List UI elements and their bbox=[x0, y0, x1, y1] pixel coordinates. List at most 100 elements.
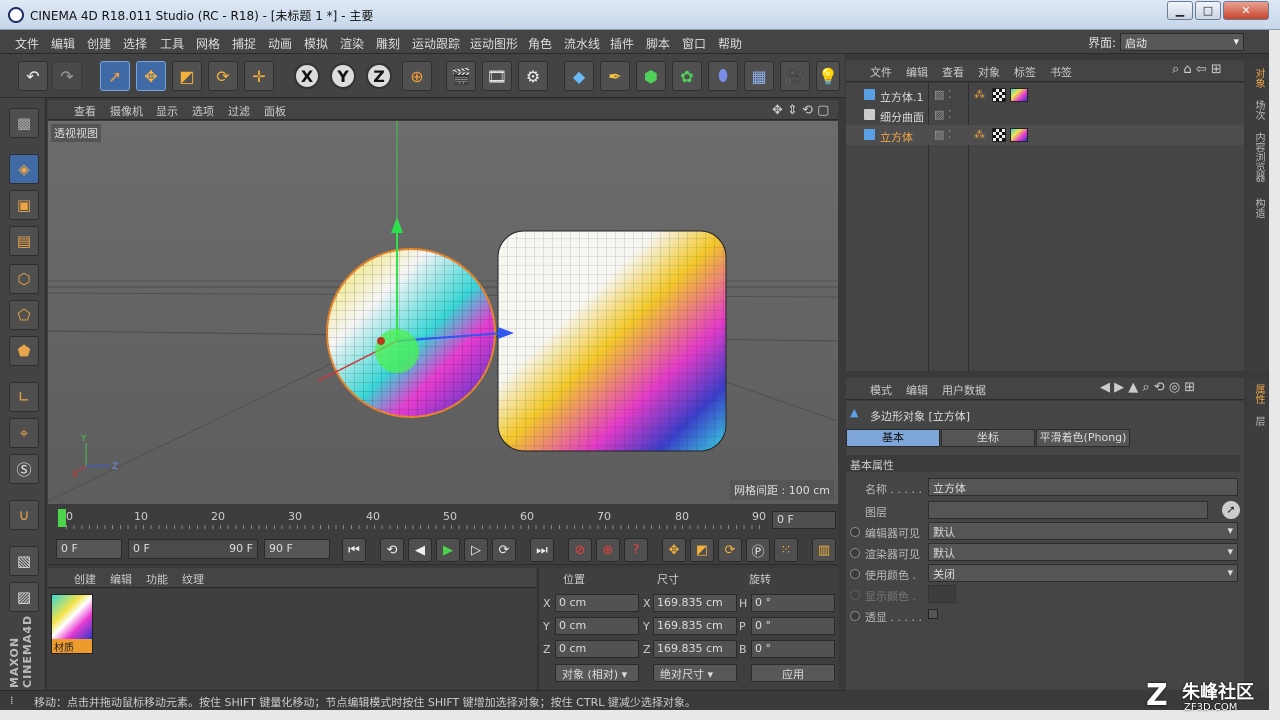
xray-radio[interactable] bbox=[850, 611, 860, 621]
key-param-button[interactable]: Ⓟ bbox=[746, 538, 770, 562]
menu-tools[interactable]: 工具 bbox=[160, 35, 184, 52]
use-color-select[interactable]: 关闭 ▾ bbox=[928, 564, 1238, 582]
viewport-menu-display[interactable]: 显示 bbox=[156, 103, 178, 119]
apply-button[interactable]: 应用 bbox=[751, 664, 835, 682]
render-visible-select[interactable]: 默认 ▾ bbox=[928, 543, 1238, 561]
menu-sculpt[interactable]: 雕刻 bbox=[376, 35, 400, 52]
tab-basic[interactable]: 基本 bbox=[846, 429, 940, 447]
side-tab-objects[interactable]: 对象 bbox=[1250, 68, 1266, 88]
tweak-mode-button[interactable]: ⌖ bbox=[9, 418, 39, 448]
phong-tag-icon[interactable]: ⁂ bbox=[974, 128, 985, 141]
menu-render[interactable]: 渲染 bbox=[340, 35, 364, 52]
texture-mode-button[interactable]: ▣ bbox=[9, 190, 39, 220]
viewport-menu-filter[interactable]: 过滤 bbox=[228, 103, 250, 119]
go-to-end-button[interactable]: ⏭ bbox=[530, 538, 554, 562]
render-settings-button[interactable]: ⚙ bbox=[518, 61, 548, 91]
menu-mesh[interactable]: 网格 bbox=[196, 35, 220, 52]
x-axis-lock-button[interactable]: X bbox=[294, 63, 320, 89]
coordinate-mode-select[interactable]: 对象 (相对) ▾ bbox=[555, 664, 639, 682]
layout-select[interactable]: 启动 ▾ bbox=[1120, 33, 1244, 51]
material-tag-icon[interactable] bbox=[1010, 128, 1028, 142]
om-menu-bookmarks[interactable]: 书签 bbox=[1050, 64, 1072, 80]
timeline-window-button[interactable]: ▥ bbox=[812, 538, 836, 562]
timeline-ruler[interactable]: 0 10 20 30 40 50 60 70 80 90 0 F bbox=[48, 505, 838, 533]
render-view-button[interactable]: 🎬 bbox=[446, 61, 476, 91]
viewport-nav-icons[interactable]: ✥ ⇕ ⟲ ▢ bbox=[772, 103, 829, 118]
redo-button[interactable]: ↷ bbox=[52, 61, 82, 91]
size-mode-select[interactable]: 绝对尺寸 ▾ bbox=[653, 664, 737, 682]
object-row[interactable]: 细分曲面 ▨ ⁚ bbox=[846, 105, 1244, 125]
move-tool-button[interactable]: ✥ bbox=[136, 61, 166, 91]
menu-window[interactable]: 窗口 bbox=[682, 35, 706, 52]
side-tab-content-browser[interactable]: 内容浏览器 bbox=[1250, 132, 1266, 182]
side-tab-structure[interactable]: 构造 bbox=[1250, 198, 1266, 218]
menu-character[interactable]: 角色 bbox=[528, 35, 552, 52]
current-frame-field[interactable]: 0 F bbox=[772, 511, 836, 529]
object-row[interactable]: 立方体.1 ▨ ⁚ ⁂ bbox=[846, 85, 1244, 105]
lock-workplane-button[interactable]: ▧ bbox=[9, 546, 39, 576]
start-frame-field[interactable]: 0 F bbox=[56, 539, 122, 559]
om-menu-tags[interactable]: 标签 bbox=[1014, 64, 1036, 80]
name-field[interactable]: 立方体 bbox=[928, 478, 1238, 496]
am-menu-mode[interactable]: 模式 bbox=[870, 382, 892, 398]
coordinate-system-button[interactable]: ⊕ bbox=[402, 61, 432, 91]
cloner-button[interactable]: ✿ bbox=[672, 61, 702, 91]
subdivision-button[interactable]: ⬢ bbox=[636, 61, 666, 91]
menu-help[interactable]: 帮助 bbox=[718, 35, 742, 52]
viewport-menu-view[interactable]: 查看 bbox=[74, 103, 96, 119]
preview-range-slider[interactable]: 0 F 90 F bbox=[128, 539, 258, 559]
cube-button[interactable]: ◆ bbox=[564, 61, 594, 91]
menu-pipeline[interactable]: 流水线 bbox=[564, 35, 600, 52]
material-tag-icon[interactable] bbox=[1010, 88, 1028, 102]
menu-edit[interactable]: 编辑 bbox=[51, 35, 75, 52]
am-menu-edit[interactable]: 编辑 bbox=[906, 382, 928, 398]
snap-button[interactable]: Ⓢ bbox=[9, 454, 39, 484]
menu-animate[interactable]: 动画 bbox=[268, 35, 292, 52]
points-mode-button[interactable]: ⬡ bbox=[9, 264, 39, 294]
xray-checkbox[interactable] bbox=[928, 609, 938, 619]
next-frame-button[interactable]: ▷ bbox=[464, 538, 488, 562]
record-keys-button[interactable]: ⊘ bbox=[568, 538, 592, 562]
play-button[interactable]: ▶ bbox=[436, 538, 460, 562]
render-to-picture-viewer-button[interactable]: 🎞 bbox=[482, 61, 512, 91]
tab-coordinates[interactable]: 坐标 bbox=[941, 429, 1035, 447]
visibility-toggle-icon[interactable]: ▨ ⁚ bbox=[934, 128, 951, 141]
visibility-toggle-icon[interactable]: ▨ ⁚ bbox=[934, 108, 951, 121]
polygons-mode-button[interactable]: ⬟ bbox=[9, 336, 39, 366]
workplane-mode-button[interactable]: ▤ bbox=[9, 226, 39, 256]
light-button[interactable]: 💡 bbox=[816, 61, 840, 91]
menu-script[interactable]: 脚本 bbox=[646, 35, 670, 52]
keyframe-selection-button[interactable]: ? bbox=[624, 538, 648, 562]
am-menu-user-data[interactable]: 用户数据 bbox=[942, 382, 986, 398]
menu-mograph[interactable]: 运动图形 bbox=[470, 35, 518, 52]
close-button[interactable]: ✕ bbox=[1223, 1, 1269, 20]
size-x-field[interactable]: 169.835 cm bbox=[653, 594, 737, 612]
material-menu-edit[interactable]: 编辑 bbox=[110, 571, 132, 587]
rot-b-field[interactable]: 0 ° bbox=[751, 640, 835, 658]
use-color-radio[interactable] bbox=[850, 569, 860, 579]
menu-motion-tracking[interactable]: 运动跟踪 bbox=[412, 35, 460, 52]
menu-snap[interactable]: 捕捉 bbox=[232, 35, 256, 52]
pos-y-field[interactable]: 0 cm bbox=[555, 617, 639, 635]
playhead[interactable] bbox=[58, 509, 66, 527]
menu-file[interactable]: 文件 bbox=[15, 35, 39, 52]
pos-x-field[interactable]: 0 cm bbox=[555, 594, 639, 612]
rotate-tool-button[interactable]: ⟳ bbox=[208, 61, 238, 91]
edges-mode-button[interactable]: ⬠ bbox=[9, 300, 39, 330]
viewport-menu-panel[interactable]: 面板 bbox=[264, 103, 286, 119]
menu-select[interactable]: 选择 bbox=[123, 35, 147, 52]
key-position-button[interactable]: ✥ bbox=[662, 538, 686, 562]
undo-button[interactable]: ↶ bbox=[18, 61, 48, 91]
uvw-tag-icon[interactable] bbox=[992, 128, 1006, 142]
z-axis-lock-button[interactable]: Z bbox=[366, 63, 392, 89]
recent-tool-button[interactable]: ✛ bbox=[244, 61, 274, 91]
axis-mode-button[interactable]: ∟ bbox=[9, 382, 39, 412]
rot-p-field[interactable]: 0 ° bbox=[751, 617, 835, 635]
render-visible-radio[interactable] bbox=[850, 548, 860, 558]
key-scale-button[interactable]: ◩ bbox=[690, 538, 714, 562]
size-z-field[interactable]: 169.835 cm bbox=[653, 640, 737, 658]
viewport-menu-camera[interactable]: 摄像机 bbox=[110, 103, 143, 119]
minimize-button[interactable]: ▁ bbox=[1167, 1, 1193, 20]
tab-phong[interactable]: 平滑着色(Phong) bbox=[1036, 429, 1130, 447]
object-row-selected[interactable]: 立方体 ▨ ⁚ ⁂ bbox=[846, 125, 1244, 145]
